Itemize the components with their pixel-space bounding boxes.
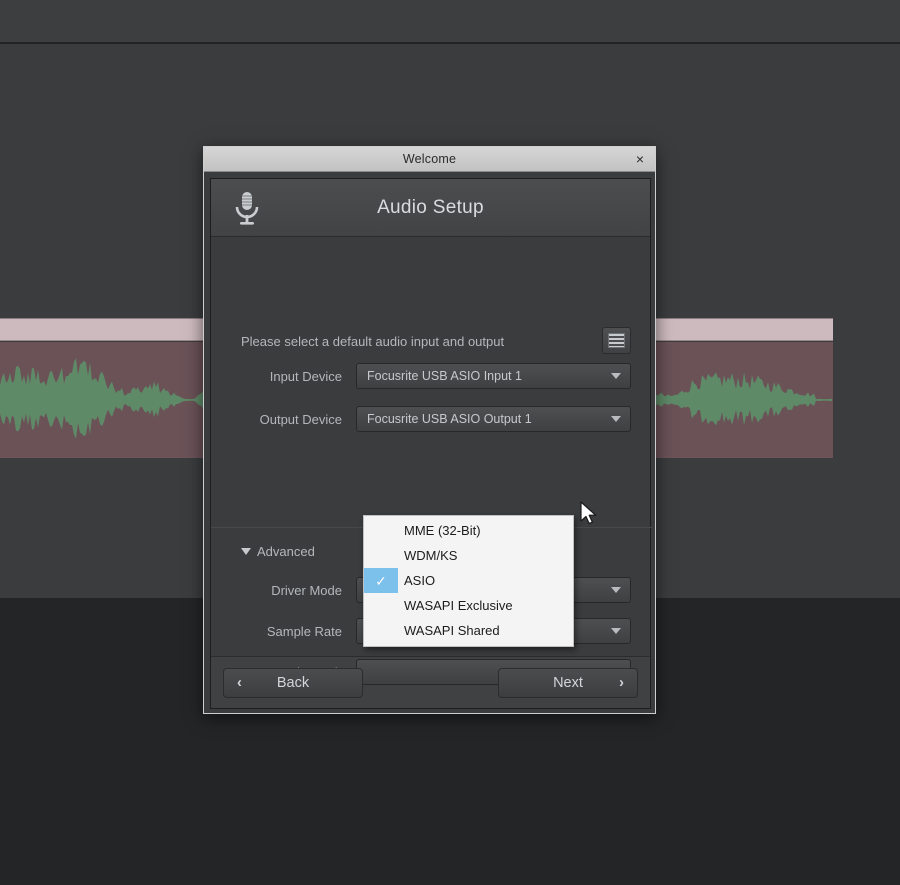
triangle-down-icon bbox=[241, 548, 251, 555]
instruction-text: Please select a default audio input and … bbox=[241, 334, 505, 349]
chevron-down-icon bbox=[611, 373, 621, 379]
microphone-icon bbox=[235, 192, 259, 225]
menu-item-gutter bbox=[364, 518, 398, 543]
dialog-title: Welcome bbox=[402, 152, 457, 166]
input-device-row: Input Device Focusrite USB ASIO Input 1 bbox=[211, 362, 652, 390]
input-device-value: Focusrite USB ASIO Input 1 bbox=[367, 369, 522, 383]
output-device-select[interactable]: Focusrite USB ASIO Output 1 bbox=[356, 406, 631, 432]
close-icon[interactable]: × bbox=[631, 150, 649, 168]
menu-item-label: WDM/KS bbox=[404, 548, 458, 563]
advanced-section-toggle[interactable]: Advanced bbox=[241, 544, 315, 559]
list-menu-icon[interactable] bbox=[602, 327, 631, 354]
chevron-left-icon: ‹ bbox=[237, 674, 242, 691]
next-button-label: Next bbox=[553, 674, 583, 691]
advanced-label: Advanced bbox=[257, 544, 315, 559]
dialog-header: Audio Setup bbox=[211, 179, 650, 237]
output-device-label: Output Device bbox=[259, 411, 342, 427]
menu-item[interactable]: WASAPI Exclusive bbox=[364, 593, 573, 618]
daw-toolbar-strip bbox=[0, 0, 900, 44]
chevron-down-icon bbox=[611, 587, 621, 593]
menu-item-gutter bbox=[364, 543, 398, 568]
menu-item[interactable]: MME (32-Bit) bbox=[364, 518, 573, 543]
list-menu-glyph bbox=[608, 333, 625, 348]
menu-item-label: MME (32-Bit) bbox=[404, 523, 481, 538]
output-device-row: Output Device Focusrite USB ASIO Output … bbox=[211, 405, 652, 433]
menu-item-gutter bbox=[364, 618, 398, 643]
chevron-down-icon bbox=[611, 628, 621, 634]
input-device-select[interactable]: Focusrite USB ASIO Input 1 bbox=[356, 363, 631, 389]
dialog-header-title: Audio Setup bbox=[377, 196, 484, 218]
menu-item-gutter bbox=[364, 593, 398, 618]
driver-mode-dropdown-menu[interactable]: MME (32-Bit) WDM/KS ASIO WASAPI Exclusive WA… bbox=[363, 515, 574, 647]
back-button[interactable]: ‹ Back bbox=[223, 667, 363, 698]
menu-item[interactable]: WDM/KS bbox=[364, 543, 573, 568]
dialog-titlebar[interactable]: Welcome × bbox=[204, 147, 655, 172]
chevron-right-icon: › bbox=[619, 674, 624, 691]
driver-mode-label: Driver Mode bbox=[271, 582, 342, 598]
menu-item-label: WASAPI Shared bbox=[404, 623, 500, 638]
input-device-label: Input Device bbox=[269, 368, 342, 384]
sample-rate-label: Sample Rate bbox=[266, 623, 342, 639]
output-device-value: Focusrite USB ASIO Output 1 bbox=[367, 412, 532, 426]
check-icon bbox=[364, 568, 398, 593]
menu-item-label: ASIO bbox=[404, 573, 436, 588]
menu-item[interactable]: ASIO bbox=[364, 568, 573, 593]
menu-item[interactable]: WASAPI Shared bbox=[364, 618, 573, 643]
next-button[interactable]: Next › bbox=[498, 667, 638, 698]
chevron-down-icon bbox=[611, 416, 621, 422]
menu-item-label: WASAPI Exclusive bbox=[404, 598, 513, 613]
back-button-label: Back bbox=[276, 674, 310, 691]
mouse-cursor bbox=[580, 501, 597, 525]
